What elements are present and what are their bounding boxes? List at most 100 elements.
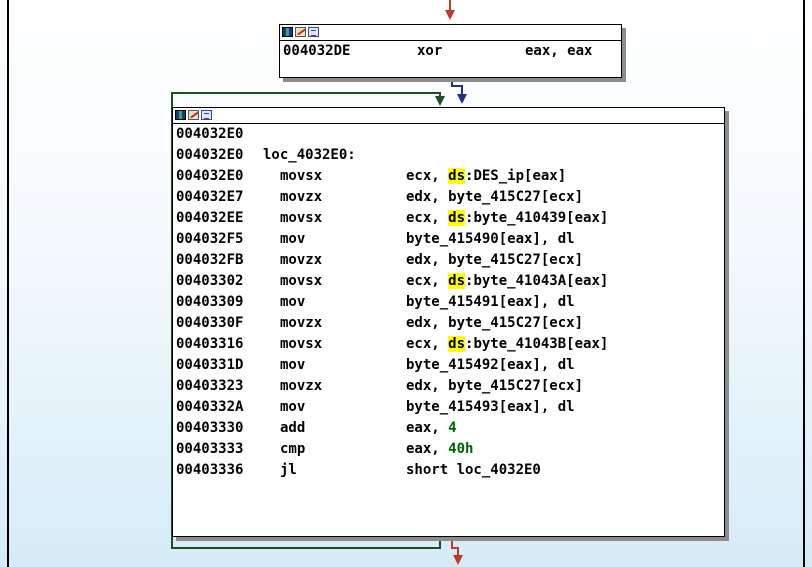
operand-text: short loc_4032E0: [406, 462, 541, 478]
disasm-line[interactable]: 004032DE xor eax, eax: [280, 41, 621, 62]
disasm-line[interactable]: 004032FB movzx edx, byte_415C27[ecx]: [173, 250, 724, 271]
incoming-edge-arrowhead: [445, 10, 455, 20]
operand-text: ecx,: [406, 273, 449, 289]
mnemonic[interactable]: movzx: [280, 313, 322, 334]
address[interactable]: 004032EE: [176, 208, 243, 229]
mnemonic[interactable]: jl: [280, 460, 297, 481]
disasm-line[interactable]: 004032F5 mov byte_415490[eax], dl: [173, 229, 724, 250]
block-lines: 004032DE xor eax, eax: [280, 41, 621, 62]
operands[interactable]: byte_415492[eax], dl: [406, 355, 575, 376]
disasm-line[interactable]: 0040332A mov byte_415493[eax], dl: [173, 397, 724, 418]
operand-text: eax, eax: [525, 43, 593, 59]
mnemonic[interactable]: mov: [280, 397, 305, 418]
operands[interactable]: edx, byte_415C27[ecx]: [406, 250, 583, 271]
disasm-line[interactable]: 00403336 jl short loc_4032E0: [173, 460, 724, 481]
disasm-line[interactable]: 00403309 mov byte_415491[eax], dl: [173, 292, 724, 313]
mnemonic[interactable]: cmp: [280, 439, 305, 460]
block-lines: 004032E0 004032E0 loc_4032E0: 004032E0 movsx…: [173, 124, 724, 481]
address[interactable]: 004032F5: [176, 229, 243, 250]
address[interactable]: 004032DE: [283, 41, 350, 62]
edit-pen-icon[interactable]: [295, 27, 306, 37]
loop-exit-edge-arrowhead: [453, 555, 463, 565]
operands[interactable]: edx, byte_415C27[ecx]: [406, 376, 583, 397]
address[interactable]: 00403336: [176, 460, 243, 481]
mnemonic[interactable]: mov: [280, 292, 305, 313]
mnemonic[interactable]: movzx: [280, 187, 322, 208]
edit-pen-icon[interactable]: [188, 110, 199, 120]
address[interactable]: 004032E0: [176, 145, 243, 166]
operand-text: byte_415490[eax], dl: [406, 231, 575, 247]
disasm-line[interactable]: 00403333 cmp eax, 40h: [173, 439, 724, 460]
address[interactable]: 00403330: [176, 418, 243, 439]
operand-text: byte_415491[eax], dl: [406, 294, 575, 310]
operands[interactable]: eax, 4: [406, 418, 457, 439]
listing-icon[interactable]: [201, 110, 212, 120]
disasm-line[interactable]: 0040331D mov byte_415492[eax], dl: [173, 355, 724, 376]
operands[interactable]: ecx, ds:byte_410439[eax]: [406, 208, 608, 229]
mnemonic[interactable]: mov: [280, 355, 305, 376]
operand-text: byte_415493[eax], dl: [406, 399, 575, 415]
disasm-line[interactable]: 004032E0: [173, 124, 724, 145]
mnemonic[interactable]: movsx: [280, 208, 322, 229]
listing-icon[interactable]: [308, 27, 319, 37]
address[interactable]: 00403309: [176, 292, 243, 313]
operands[interactable]: byte_415491[eax], dl: [406, 292, 575, 313]
address[interactable]: 004032FB: [176, 250, 243, 271]
disasm-line[interactable]: 004032E0 loc_4032E0:: [173, 145, 724, 166]
operands[interactable]: byte_415490[eax], dl: [406, 229, 575, 250]
operand-text: :DES_ip[eax]: [465, 168, 567, 184]
operands[interactable]: ecx, ds:byte_41043B[eax]: [406, 334, 608, 355]
segment-highlight: ds: [448, 210, 466, 226]
graph-view-canvas[interactable]: 004032DE xor eax, eax 004032E0 004032E0 loc_…: [0, 0, 812, 567]
operands[interactable]: edx, byte_415C27[ecx]: [406, 187, 583, 208]
disasm-line[interactable]: 00403316 movsx ecx, ds:byte_41043B[eax]: [173, 334, 724, 355]
operands[interactable]: ecx, ds:DES_ip[eax]: [406, 166, 566, 187]
address[interactable]: 004032E0: [176, 166, 243, 187]
disasm-line[interactable]: 004032EE movsx ecx, ds:byte_410439[eax]: [173, 208, 724, 229]
mnemonic[interactable]: movzx: [280, 376, 322, 397]
address[interactable]: 00403323: [176, 376, 243, 397]
basic-block-xor[interactable]: 004032DE xor eax, eax: [279, 24, 622, 78]
address[interactable]: 004032E7: [176, 187, 243, 208]
operands[interactable]: byte_415493[eax], dl: [406, 397, 575, 418]
basic-block-loc-4032e0[interactable]: 004032E0 004032E0 loc_4032E0: 004032E0 movsx…: [172, 107, 725, 537]
mnemonic[interactable]: movsx: [280, 334, 322, 355]
disasm-line[interactable]: 004032E0 movsx ecx, ds:DES_ip[eax]: [173, 166, 724, 187]
operands[interactable]: eax, eax: [525, 41, 592, 62]
mnemonic[interactable]: movsx: [280, 166, 322, 187]
address[interactable]: 0040330F: [176, 313, 243, 334]
operands[interactable]: short loc_4032E0: [406, 460, 541, 481]
disasm-line[interactable]: 00403323 movzx edx, byte_415C27[ecx]: [173, 376, 724, 397]
fallthrough-edge-arrowhead: [457, 94, 467, 104]
mnemonic[interactable]: xor: [417, 41, 442, 62]
operand-text: eax,: [406, 441, 449, 457]
operands[interactable]: ecx, ds:byte_41043A[eax]: [406, 271, 608, 292]
operand-text: byte_415492[eax], dl: [406, 357, 575, 373]
mnemonic[interactable]: movsx: [280, 271, 322, 292]
operands[interactable]: edx, byte_415C27[ecx]: [406, 313, 583, 334]
address[interactable]: 00403302: [176, 271, 243, 292]
code-label[interactable]: loc_4032E0:: [263, 145, 356, 166]
mnemonic[interactable]: mov: [280, 229, 305, 250]
disasm-line[interactable]: 00403330 add eax, 4: [173, 418, 724, 439]
block-header[interactable]: [173, 108, 724, 124]
mnemonic[interactable]: movzx: [280, 250, 322, 271]
segment-highlight: ds: [448, 273, 466, 289]
graph-overview-icon[interactable]: [282, 27, 293, 37]
segment-highlight: ds: [448, 168, 466, 184]
address[interactable]: 00403333: [176, 439, 243, 460]
operand-text: edx, byte_415C27[ecx]: [406, 315, 584, 331]
address[interactable]: 0040331D: [176, 355, 243, 376]
block-header[interactable]: [280, 25, 621, 41]
operand-text: :byte_41043B[eax]: [465, 336, 609, 352]
disasm-line[interactable]: 0040330F movzx edx, byte_415C27[ecx]: [173, 313, 724, 334]
disasm-line[interactable]: 00403302 movsx ecx, ds:byte_41043A[eax]: [173, 271, 724, 292]
operands[interactable]: eax, 40h: [406, 439, 473, 460]
address[interactable]: 004032E0: [176, 124, 243, 145]
operand-text: :byte_41043A[eax]: [465, 273, 609, 289]
address[interactable]: 00403316: [176, 334, 243, 355]
address[interactable]: 0040332A: [176, 397, 243, 418]
graph-overview-icon[interactable]: [175, 110, 186, 120]
disasm-line[interactable]: 004032E7 movzx edx, byte_415C27[ecx]: [173, 187, 724, 208]
mnemonic[interactable]: add: [280, 418, 305, 439]
